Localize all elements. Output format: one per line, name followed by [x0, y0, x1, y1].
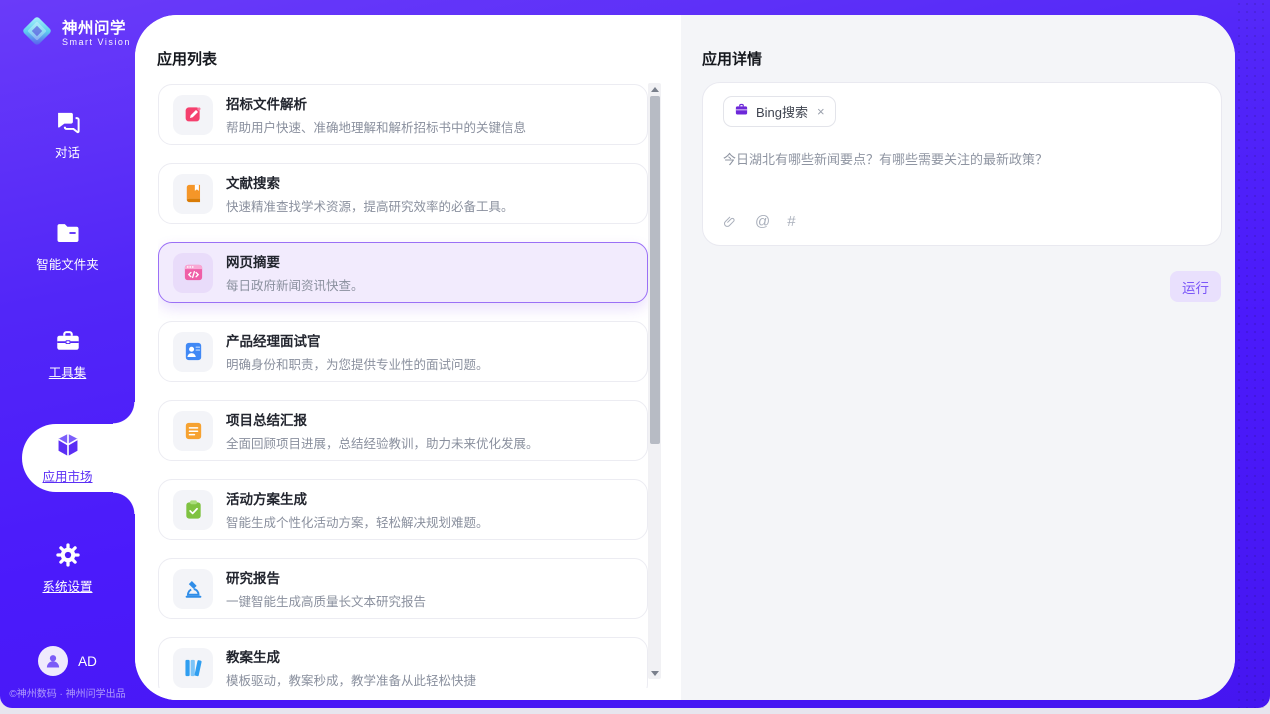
app-detail-panel: 应用详情 Bing搜索 × 今日湖北有哪些新闻要点？有哪些需要关注的最新政策？ … — [681, 15, 1235, 700]
app-card-text: 产品经理面试官明确身份和职责，为您提供专业性的面试问题。 — [226, 330, 489, 373]
app-card-desc: 模板驱动，教案秒成，教学准备从此轻松快捷 — [226, 670, 476, 688]
book-icon — [173, 174, 213, 214]
triangle-down-icon — [651, 671, 659, 676]
sidebar-item-label: 对话 — [55, 142, 80, 161]
app-card-title: 文献搜索 — [226, 172, 514, 192]
cube-icon — [0, 430, 135, 460]
input-toolbar: @# — [722, 213, 796, 230]
sidebar-item-system-settings[interactable]: 系统设置 — [0, 540, 135, 596]
brand-subtitle: Smart Vision — [62, 37, 131, 47]
app-card-desc: 明确身份和职责，为您提供专业性的面试问题。 — [226, 354, 489, 373]
sidebar-item-label: 应用市场 — [42, 466, 92, 485]
scroll-up-button[interactable] — [648, 83, 661, 95]
app-card-desc: 帮助用户快速、准确地理解和解析招标书中的关键信息 — [226, 117, 526, 136]
app-card-desc: 智能生成个性化活动方案，轻松解决规划难题。 — [226, 512, 489, 531]
microscope-icon — [173, 569, 213, 609]
run-button[interactable]: 运行 — [1170, 271, 1221, 302]
prompt-input-card[interactable]: Bing搜索 × 今日湖北有哪些新闻要点？有哪些需要关注的最新政策？ @# — [702, 82, 1222, 246]
content-panel: 应用列表 招标文件解析帮助用户快速、准确地理解和解析招标书中的关键信息文献搜索快… — [135, 15, 1235, 700]
sidebar-item-label: 智能文件夹 — [36, 254, 99, 273]
scroll-down-button[interactable] — [648, 667, 661, 679]
app-card-title: 研究报告 — [226, 567, 426, 587]
at-icon[interactable]: @ — [755, 213, 770, 230]
app-card-desc: 每日政府新闻资讯快查。 — [226, 275, 364, 294]
app-card-research-report[interactable]: 研究报告一键智能生成高质量长文本研究报告 — [158, 558, 648, 619]
app-card-text: 文献搜索快速精准查找学术资源，提高研究效率的必备工具。 — [226, 172, 514, 215]
books-icon — [173, 648, 213, 688]
sidebar-item-smart-folders[interactable]: 智能文件夹 — [0, 218, 135, 274]
paperclip-icon[interactable] — [722, 214, 738, 230]
app-card-desc: 全面回顾项目进展，总结经验教训，助力未来优化发展。 — [226, 433, 539, 452]
app-logo: 神州问学 Smart Vision — [20, 14, 135, 53]
app-card-text: 项目总结汇报全面回顾项目进展，总结经验教训，助力未来优化发展。 — [226, 409, 539, 452]
sidebar-item-app-market[interactable]: 应用市场 — [0, 430, 135, 486]
app-card-lesson-plan[interactable]: 教案生成模板驱动，教案秒成，教学准备从此轻松快捷 — [158, 637, 648, 688]
app-card-list: 招标文件解析帮助用户快速、准确地理解和解析招标书中的关键信息文献搜索快速精准查找… — [158, 84, 648, 688]
app-list-panel: 应用列表 招标文件解析帮助用户快速、准确地理解和解析招标书中的关键信息文献搜索快… — [135, 15, 681, 700]
app-detail-title: 应用详情 — [702, 48, 762, 69]
note-icon — [173, 411, 213, 451]
chat-icon — [0, 106, 135, 136]
app-card-desc: 快速精准查找学术资源，提高研究效率的必备工具。 — [226, 196, 514, 215]
webpage-code-icon — [173, 253, 213, 293]
sidebar-item-label: 系统设置 — [42, 576, 92, 595]
app-card-title: 招标文件解析 — [226, 93, 526, 113]
brand-name: 神州问学 — [62, 20, 131, 38]
doc-edit-icon — [173, 95, 213, 135]
logo-diamond-icon — [20, 14, 54, 53]
close-icon[interactable]: × — [817, 105, 825, 118]
app-card-text: 招标文件解析帮助用户快速、准确地理解和解析招标书中的关键信息 — [226, 93, 526, 136]
app-list-title: 应用列表 — [157, 48, 217, 69]
sidebar-item-chat[interactable]: 对话 — [0, 106, 135, 162]
user-row[interactable]: AD — [0, 646, 135, 676]
scrollbar-thumb[interactable] — [650, 96, 660, 444]
hash-icon[interactable]: # — [787, 213, 795, 230]
logo-text: 神州问学 Smart Vision — [62, 20, 131, 48]
app-card-event-plan[interactable]: 活动方案生成智能生成个性化活动方案，轻松解决规划难题。 — [158, 479, 648, 540]
app-card-bid-analysis[interactable]: 招标文件解析帮助用户快速、准确地理解和解析招标书中的关键信息 — [158, 84, 648, 145]
briefcase-icon — [734, 102, 749, 122]
gear-icon — [0, 540, 135, 570]
app-card-text: 网页摘要每日政府新闻资讯快查。 — [226, 251, 364, 294]
app-card-literature-search[interactable]: 文献搜索快速精准查找学术资源，提高研究效率的必备工具。 — [158, 163, 648, 224]
app-card-title: 产品经理面试官 — [226, 330, 489, 350]
app-card-text: 教案生成模板驱动，教案秒成，教学准备从此轻松快捷 — [226, 646, 476, 688]
app-card-project-summary[interactable]: 项目总结汇报全面回顾项目进展，总结经验教训，助力未来优化发展。 — [158, 400, 648, 461]
clipboard-check-icon — [173, 490, 213, 530]
app-card-text: 活动方案生成智能生成个性化活动方案，轻松解决规划难题。 — [226, 488, 489, 531]
interviewer-icon — [173, 332, 213, 372]
prompt-input[interactable]: 今日湖北有哪些新闻要点？有哪些需要关注的最新政策？ — [723, 149, 1201, 168]
sidebar-item-toolset[interactable]: 工具集 — [0, 326, 135, 382]
app-card-title: 网页摘要 — [226, 251, 364, 271]
tool-chip-label: Bing搜索 — [756, 102, 808, 121]
toolbox-icon — [0, 326, 135, 356]
user-avatar-icon[interactable] — [38, 646, 68, 676]
app-card-text: 研究报告一键智能生成高质量长文本研究报告 — [226, 567, 426, 610]
list-scrollbar[interactable] — [648, 83, 661, 679]
app-card-title: 活动方案生成 — [226, 488, 489, 508]
copyright-footer: ©神州数码 · 神州问学出品 — [0, 685, 135, 700]
app-window: 神州问学 Smart Vision 对话智能文件夹工具集应用市场系统设置 AD … — [0, 0, 1270, 708]
folder-icon — [0, 218, 135, 248]
user-initials: AD — [78, 654, 97, 669]
app-card-title: 项目总结汇报 — [226, 409, 539, 429]
app-card-desc: 一键智能生成高质量长文本研究报告 — [226, 591, 426, 610]
app-card-pm-interviewer[interactable]: 产品经理面试官明确身份和职责，为您提供专业性的面试问题。 — [158, 321, 648, 382]
right-edge-dot-texture — [1235, 0, 1270, 708]
triangle-up-icon — [651, 87, 659, 92]
sidebar-item-label: 工具集 — [49, 362, 87, 381]
tool-chip-bing-search[interactable]: Bing搜索 × — [723, 96, 836, 127]
app-card-title: 教案生成 — [226, 646, 476, 666]
app-card-web-summary[interactable]: 网页摘要每日政府新闻资讯快查。 — [158, 242, 648, 303]
